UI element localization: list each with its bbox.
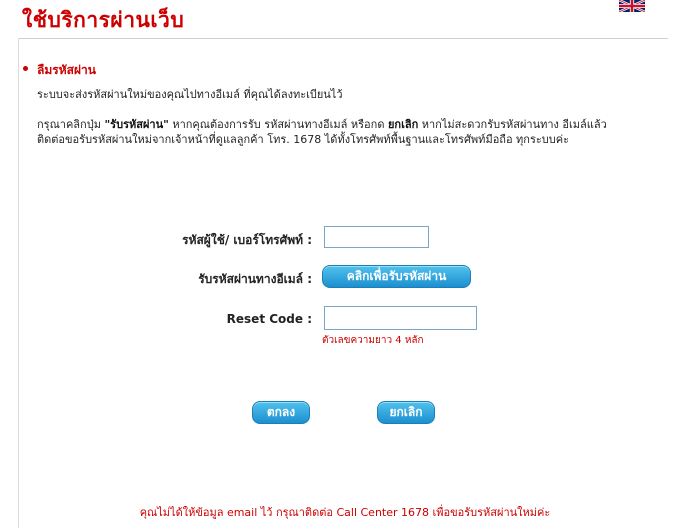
ok-button[interactable]: ตกลง — [252, 401, 310, 424]
instructions-bold-receive: "รับรหัสผ่าน" — [104, 118, 169, 131]
username-label: รหัสผู้ใช้/ เบอร์โทรศัพท์ : — [182, 233, 312, 247]
instructions-part1: กรุณาคลิกปุ่ม — [37, 118, 105, 131]
get-code-button[interactable]: คลิกเพื่อรับรหัสผ่าน — [322, 265, 471, 288]
username-input[interactable] — [324, 226, 429, 248]
uk-flag-icon[interactable] — [619, 0, 645, 12]
bullet-icon — [23, 66, 28, 71]
title-divider — [18, 38, 668, 39]
instructions-text: กรุณาคลิกปุ่ม "รับรหัสผ่าน" หากคุณต้องกา… — [37, 117, 637, 147]
cancel-button[interactable]: ยกเลิก — [377, 401, 435, 424]
instructions-part2: หากคุณต้องการรับ รหัสผ่านทางอีเมล์ หรือก… — [168, 118, 388, 131]
page-title: ใช้บริการผ่านเว็บ — [22, 8, 185, 32]
footer-note: คุณไม่ได้ให้ข้อมูล email ไว้ กรุณาติดต่อ… — [139, 506, 551, 519]
left-border — [18, 38, 19, 528]
intro-text: ระบบจะส่งรหัสผ่านใหม่ของคุณไปทางอีเมล์ ท… — [37, 88, 343, 101]
reset-code-hint: ตัวเลขความยาว 4 หลัก — [322, 335, 424, 346]
reset-code-input[interactable] — [324, 306, 477, 330]
instructions-bold-cancel: ยกเลิก — [387, 118, 419, 131]
section-heading: ลืมรหัสผ่าน — [37, 63, 96, 77]
email-label: รับรหัสผ่านทางอีเมล์ : — [198, 272, 312, 286]
reset-code-label: Reset Code : — [226, 312, 312, 326]
